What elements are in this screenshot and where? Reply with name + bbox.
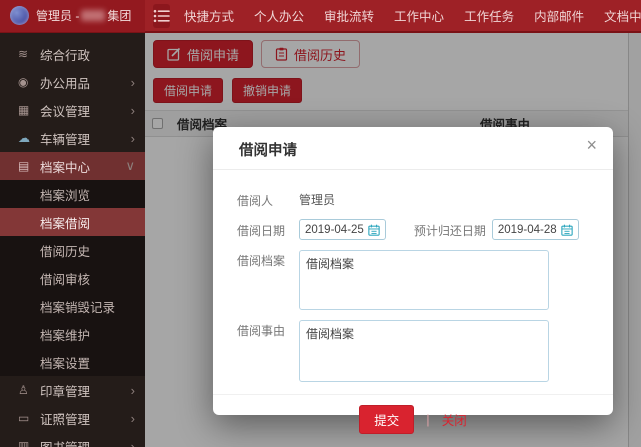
sidebar-item-label: 图书管理 bbox=[40, 437, 131, 447]
book-icon: ▥ bbox=[18, 439, 30, 447]
person-icon: ♙ bbox=[18, 383, 29, 397]
sidebar-item-borrow-history[interactable]: 借阅历史 bbox=[0, 236, 145, 264]
nav-item-work-tasks[interactable]: 工作任务 bbox=[464, 6, 514, 25]
sidebar-item-archive-borrow[interactable]: 档案借阅 bbox=[0, 208, 145, 236]
supplies-icon: ◉ bbox=[18, 75, 29, 89]
archive-label: 借阅档案 bbox=[237, 254, 286, 268]
dates-row: 借阅日期 2019-04-25 预计归还日期 2019-04-28 bbox=[237, 219, 589, 240]
borrow-apply-modal: 借阅申请 × 借阅人 管理员 借阅日期 2019-04-25 预计归还日期 20… bbox=[213, 127, 613, 434]
sidebar-item-label: 档案维护 bbox=[40, 328, 91, 343]
archive-row: 借阅档案 借阅档案 bbox=[237, 250, 589, 310]
chevron-right-icon: › bbox=[130, 74, 135, 90]
redacted-company-name bbox=[81, 10, 106, 21]
reason-label: 借阅事由 bbox=[237, 324, 286, 338]
sidebar-item-label: 档案设置 bbox=[40, 356, 91, 371]
sidebar-toggle-button[interactable] bbox=[153, 3, 170, 28]
sidebar-item-label: 综合行政 bbox=[40, 48, 91, 63]
nav-item-work-center[interactable]: 工作中心 bbox=[394, 6, 444, 25]
company-suffix-text: 集团 bbox=[107, 9, 132, 23]
sidebar-item-label: 办公用品 bbox=[40, 76, 91, 91]
sidebar-item-label: 借阅历史 bbox=[40, 244, 91, 259]
return-date-input[interactable]: 2019-04-28 bbox=[491, 219, 579, 240]
footer-divider: | bbox=[426, 412, 430, 427]
sidebar-item-meeting-management[interactable]: ▦ 会议管理 › bbox=[0, 96, 145, 124]
borrow-date-value: 2019-04-25 bbox=[305, 223, 364, 236]
chevron-down-icon: ∨ bbox=[125, 158, 135, 173]
sidebar-item-vehicle-management[interactable]: ☁ 车辆管理 › bbox=[0, 124, 145, 152]
calendar-icon[interactable] bbox=[560, 224, 573, 236]
nav-item-personal-office[interactable]: 个人办公 bbox=[254, 6, 304, 25]
sidebar-item-label: 档案借阅 bbox=[40, 216, 91, 231]
borrower-value: 管理员 bbox=[299, 193, 336, 207]
borrower-row: 借阅人 管理员 bbox=[237, 190, 589, 209]
app-logo bbox=[10, 6, 29, 25]
sidebar-item-label: 档案中心 bbox=[40, 160, 91, 175]
chevron-right-icon: › bbox=[130, 130, 135, 146]
sidebar-item-license-management[interactable]: ▭ 证照管理 › bbox=[0, 404, 145, 432]
borrow-date-input[interactable]: 2019-04-25 bbox=[299, 219, 386, 240]
nav-item-internal-mail[interactable]: 内部邮件 bbox=[534, 6, 584, 25]
sidebar-item-borrow-review[interactable]: 借阅审核 bbox=[0, 264, 145, 292]
sidebar-item-label: 档案销毁记录 bbox=[40, 300, 116, 315]
sidebar-item-label: 档案浏览 bbox=[40, 188, 91, 203]
archive-textarea[interactable]: 借阅档案 bbox=[299, 250, 549, 310]
meeting-icon: ▦ bbox=[18, 103, 30, 117]
borrower-label: 借阅人 bbox=[237, 194, 274, 208]
nav-item-approval-flow[interactable]: 审批流转 bbox=[324, 6, 374, 25]
close-icon[interactable]: × bbox=[586, 136, 597, 154]
archive-box-icon: ▤ bbox=[18, 159, 30, 173]
borrow-date-label: 借阅日期 bbox=[237, 224, 286, 238]
menu-fold-icon bbox=[153, 9, 170, 22]
logo-block: 管理员 - 集团 bbox=[0, 0, 145, 32]
calendar-icon[interactable] bbox=[368, 224, 380, 236]
nav-item-shortcuts[interactable]: 快捷方式 bbox=[184, 6, 234, 25]
sidebar-item-label: 借阅审核 bbox=[40, 272, 91, 287]
top-navigation: 快捷方式 个人办公 审批流转 工作中心 工作任务 内部邮件 文档中心 bbox=[184, 6, 641, 25]
modal-header: 借阅申请 × bbox=[213, 127, 613, 170]
sidebar-item-label: 证照管理 bbox=[40, 412, 91, 427]
user-account-label: 管理员 - 集团 bbox=[36, 7, 131, 24]
nav-item-document-center[interactable]: 文档中心 bbox=[604, 6, 641, 25]
chevron-right-icon: › bbox=[130, 438, 135, 447]
sidebar-item-label: 会议管理 bbox=[40, 104, 91, 119]
vehicle-icon: ☁ bbox=[18, 131, 30, 145]
sidebar-item-archive-maintenance[interactable]: 档案维护 bbox=[0, 320, 145, 348]
sidebar-item-label: 车辆管理 bbox=[40, 132, 91, 147]
sidebar-item-general-admin[interactable]: ≋ 综合行政 bbox=[0, 40, 145, 68]
return-date-value: 2019-04-28 bbox=[497, 223, 557, 236]
sidebar-item-archive-center[interactable]: ▤ 档案中心 ∨ bbox=[0, 152, 145, 180]
card-icon: ▭ bbox=[18, 411, 30, 425]
reason-textarea[interactable]: 借阅档案 bbox=[299, 320, 549, 382]
chevron-right-icon: › bbox=[130, 382, 135, 398]
sidebar-item-archive-settings[interactable]: 档案设置 bbox=[0, 348, 145, 376]
return-date-label: 预计归还日期 bbox=[413, 224, 486, 238]
user-name-text: 管理员 - bbox=[36, 9, 80, 23]
sidebar-item-book-management[interactable]: ▥ 图书管理 › bbox=[0, 432, 145, 447]
close-button[interactable]: 关闭 bbox=[442, 410, 467, 429]
modal-body: 借阅人 管理员 借阅日期 2019-04-25 预计归还日期 2019-04-2… bbox=[213, 170, 613, 382]
reason-row: 借阅事由 借阅档案 bbox=[237, 320, 589, 382]
modal-title: 借阅申请 bbox=[239, 143, 297, 159]
chevron-right-icon: › bbox=[130, 102, 135, 118]
sidebar-item-office-supplies[interactable]: ◉ 办公用品 › bbox=[0, 68, 145, 96]
sidebar-item-seal-management[interactable]: ♙ 印章管理 › bbox=[0, 376, 145, 404]
modal-footer: 提交 | 关闭 bbox=[213, 394, 613, 434]
layers-icon: ≋ bbox=[18, 47, 29, 61]
submit-button[interactable]: 提交 bbox=[359, 405, 415, 434]
sidebar: ≋ 综合行政 ◉ 办公用品 › ▦ 会议管理 › ☁ 车辆管理 › ▤ 档案中心… bbox=[0, 33, 145, 447]
chevron-right-icon: › bbox=[130, 410, 135, 426]
top-bar: 管理员 - 集团 快捷方式 个人办公 审批流转 工作中心 工作任务 内部邮件 文… bbox=[0, 0, 641, 33]
sidebar-item-label: 印章管理 bbox=[40, 384, 91, 399]
sidebar-item-archive-destroy-records[interactable]: 档案销毁记录 bbox=[0, 292, 145, 320]
sidebar-item-archive-browse[interactable]: 档案浏览 bbox=[0, 180, 145, 208]
